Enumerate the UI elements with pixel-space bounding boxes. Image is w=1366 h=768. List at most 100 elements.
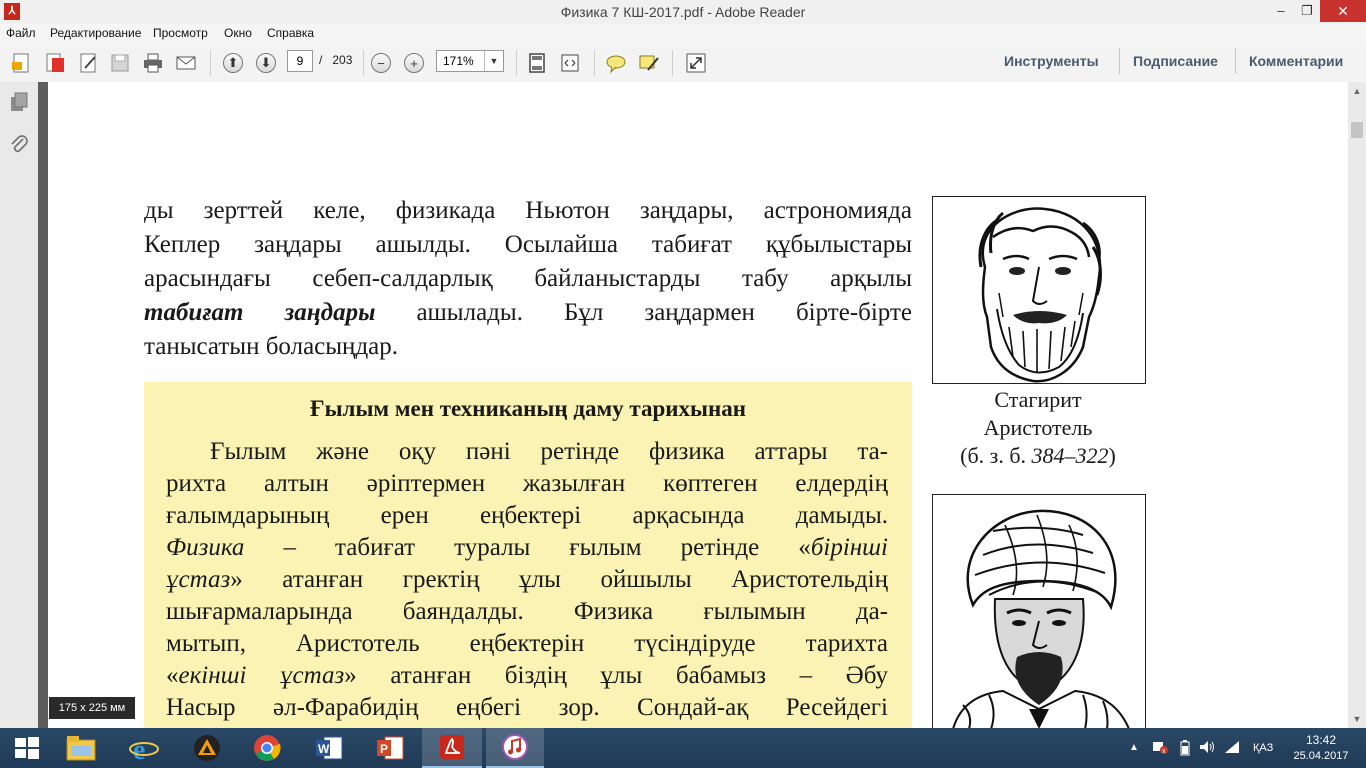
zoom-select[interactable]: 171% ▼ xyxy=(436,50,504,72)
navigation-pane xyxy=(0,82,38,728)
page-size-tooltip: 175 x 225 мм xyxy=(49,697,135,719)
itunes-icon[interactable] xyxy=(486,728,544,768)
chevron-down-icon[interactable]: ▼ xyxy=(484,51,503,71)
sticky-note-icon[interactable] xyxy=(605,52,627,74)
al-farabi-portrait xyxy=(932,494,1146,728)
aimp-icon[interactable] xyxy=(180,728,234,768)
language-indicator[interactable]: ҚАЗ xyxy=(1253,742,1273,754)
text-line: рихта алтын әріптермен жазылған көптеген… xyxy=(166,470,888,497)
internet-explorer-icon[interactable]: e xyxy=(117,728,171,768)
caption-line: (б. з. б. 384–322) xyxy=(908,442,1168,470)
history-title: Ғылым мен техниканың даму тарихынан xyxy=(309,396,747,421)
text-fragment: ашылады. Бұл заңдармен бірте-бірте xyxy=(375,299,912,326)
text-line: ды зерттей келе, физикада Ньютон заңдары… xyxy=(144,197,912,224)
email-icon[interactable] xyxy=(175,52,197,74)
aristotle-caption: Стагирит Аристотель (б. з. б. 384–322) xyxy=(908,386,1168,470)
comment-link[interactable]: Комментарии xyxy=(1249,53,1343,69)
menu-view[interactable]: Просмотр xyxy=(153,26,208,40)
network-warning-icon[interactable]: x xyxy=(1152,740,1168,759)
text-fragment: » атанған біздің ұлы бабамыз – Әбу xyxy=(344,662,888,689)
history-sidebar-box: Ғылым мен техниканың даму тарихынан Ғылы… xyxy=(144,382,912,728)
zoom-out-icon[interactable]: − xyxy=(370,52,392,74)
tools-link[interactable]: Инструменты xyxy=(1004,53,1099,69)
attachments-icon[interactable] xyxy=(9,134,29,159)
text-line: Кеплер заңдары ашылды. Осылайша табиғат … xyxy=(144,231,912,258)
text-line: Насыр әл-Фарабидің еңбегі зор. Сондай-ақ… xyxy=(166,694,888,721)
page-total-value: 203 xyxy=(332,53,353,67)
text-line: Физика – табиғат туралы ғылым ретінде «б… xyxy=(166,532,888,564)
page-total-label: / 203 xyxy=(319,53,352,67)
toolbar-separator xyxy=(1235,48,1236,74)
minimize-button[interactable]: – xyxy=(1268,0,1294,22)
text-line: танысатын боласыңдар. xyxy=(144,333,399,360)
history-paragraph: Ғылым және оқу пәні ретінде физика аттар… xyxy=(166,436,888,724)
text-line: шығармаларында баяндалды. Физика ғылымын… xyxy=(166,598,888,625)
fit-width-icon[interactable] xyxy=(559,52,581,74)
svg-text:W: W xyxy=(318,742,330,756)
zoom-in-icon[interactable]: + xyxy=(403,52,425,74)
italic-term: 384–322 xyxy=(1031,443,1109,468)
menu-help[interactable]: Справка xyxy=(267,26,314,40)
toolbar-separator xyxy=(594,50,595,76)
pages-panel-icon[interactable] xyxy=(9,92,29,117)
clock-date[interactable]: 25.04.2017 xyxy=(1292,750,1350,762)
scroll-down-arrow-icon[interactable]: ▼ xyxy=(1348,710,1366,728)
combine-files-icon[interactable] xyxy=(44,52,66,74)
clock-time[interactable]: 13:42 xyxy=(1298,733,1344,747)
tray-overflow-icon[interactable]: ▲ xyxy=(1129,742,1139,753)
start-button[interactable] xyxy=(0,728,54,768)
menu-edit[interactable]: Редактирование xyxy=(50,26,141,40)
create-pdf-icon[interactable] xyxy=(10,52,32,74)
page-separator: / xyxy=(319,53,323,67)
scroll-up-arrow-icon[interactable]: ▲ xyxy=(1348,82,1366,100)
zoom-value: 171% xyxy=(443,54,474,68)
powerpoint-icon[interactable]: P xyxy=(363,728,417,768)
italic-term: Физика xyxy=(166,534,245,561)
word-icon[interactable]: W xyxy=(302,728,356,768)
text-fragment: « xyxy=(166,662,179,689)
menu-window[interactable]: Окно xyxy=(224,26,252,40)
svg-text:P: P xyxy=(380,742,388,756)
text-fragment: ) xyxy=(1108,443,1116,468)
fit-page-icon[interactable] xyxy=(526,52,548,74)
file-explorer-icon[interactable] xyxy=(54,728,108,768)
wifi-icon[interactable] xyxy=(1224,740,1240,759)
scroll-thumb[interactable] xyxy=(1351,122,1363,138)
paragraph-intro: ды зерттей келе, физикада Ньютон заңдары… xyxy=(144,194,912,364)
chrome-icon[interactable] xyxy=(240,728,294,768)
text-line: Ғылым және оқу пәні ретінде физика аттар… xyxy=(210,438,888,465)
bold-term: табиғат заңдары xyxy=(144,299,376,326)
document-viewport[interactable]: ды зерттей келе, физикада Ньютон заңдары… xyxy=(48,82,1348,728)
battery-icon[interactable] xyxy=(1180,740,1190,761)
italic-term: екінші ұстаз xyxy=(178,662,345,689)
svg-text:e: e xyxy=(133,735,145,763)
adobe-reader-taskbar-icon[interactable] xyxy=(422,728,482,768)
title-bar: ⅄ Физика 7 КШ-2017.pdf - Adobe Reader – … xyxy=(0,0,1366,24)
toolbar-separator xyxy=(363,50,364,76)
full-screen-icon[interactable] xyxy=(685,52,707,74)
text-line: ұстаз» атанған гректің ұлы ойшылы Аристо… xyxy=(166,564,888,596)
page-number-input[interactable]: 9 xyxy=(287,50,313,72)
volume-icon[interactable] xyxy=(1199,740,1215,759)
next-page-icon[interactable]: ⬇ xyxy=(255,52,277,74)
toolbar-separator xyxy=(1119,48,1120,74)
sign-link[interactable]: Подписание xyxy=(1133,53,1218,69)
save-icon[interactable] xyxy=(109,52,131,74)
print-icon[interactable] xyxy=(142,52,164,74)
edit-document-icon[interactable] xyxy=(77,52,99,74)
restore-button[interactable]: ❐ xyxy=(1294,0,1320,22)
italic-term: ұстаз xyxy=(166,566,231,593)
text-line: арасындағы себеп-салдарлық байланыстарды… xyxy=(144,265,912,292)
previous-page-icon[interactable]: ⬆ xyxy=(222,52,244,74)
close-button[interactable]: ✕ xyxy=(1320,0,1366,22)
svg-text:x: x xyxy=(1162,748,1166,754)
window-title: Физика 7 КШ-2017.pdf - Adobe Reader xyxy=(560,4,806,20)
toolbar-separator xyxy=(516,50,517,76)
vertical-scrollbar[interactable]: ▲ ▼ xyxy=(1348,82,1366,728)
text-fragment: – табиғат туралы ғылым ретінде « xyxy=(244,534,811,561)
aristotle-portrait xyxy=(932,196,1146,384)
italic-term: бірінші xyxy=(810,534,888,561)
pane-divider[interactable] xyxy=(38,82,48,728)
menu-file[interactable]: Файл xyxy=(6,26,36,40)
highlight-text-icon[interactable] xyxy=(638,52,660,74)
